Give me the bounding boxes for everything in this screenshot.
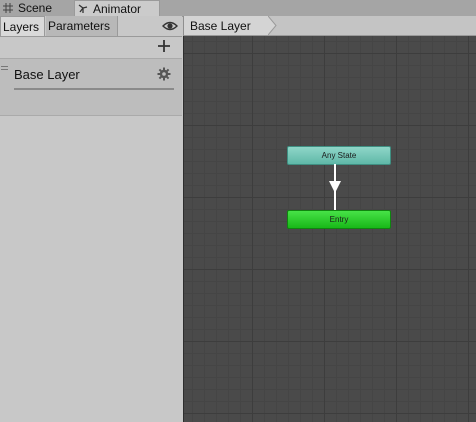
layer-row[interactable]: Base Layer bbox=[0, 58, 182, 116]
gear-icon[interactable] bbox=[157, 67, 171, 81]
breadcrumb[interactable]: Base Layer bbox=[184, 16, 268, 35]
any-state-label: Any State bbox=[321, 151, 357, 160]
tab-scene-label: Scene bbox=[18, 1, 53, 15]
tab-layers-label: Layers bbox=[3, 19, 40, 34]
transition-arrow[interactable] bbox=[324, 164, 346, 212]
graph-header: Base Layer bbox=[183, 16, 476, 36]
grid-icon bbox=[3, 3, 13, 13]
entry-label: Entry bbox=[329, 215, 349, 224]
tab-animator[interactable]: Animator bbox=[74, 0, 160, 17]
layers-panel: Layers Parameters Base Layer bbox=[0, 16, 182, 422]
tab-parameters-label: Parameters bbox=[48, 19, 111, 33]
entry-node[interactable]: Entry bbox=[287, 210, 391, 229]
tab-scene[interactable]: Scene bbox=[0, 0, 72, 16]
breadcrumb-label: Base Layer bbox=[190, 18, 251, 33]
layer-name: Base Layer bbox=[14, 67, 80, 82]
tab-animator-label: Animator bbox=[93, 2, 142, 16]
tab-parameters[interactable]: Parameters bbox=[46, 16, 118, 36]
state-machine-graph[interactable]: Any State Entry bbox=[183, 36, 476, 422]
any-state-node[interactable]: Any State bbox=[287, 146, 391, 165]
drag-handle-icon[interactable] bbox=[1, 66, 8, 70]
layer-weight-bar bbox=[14, 88, 174, 90]
breadcrumb-separator bbox=[268, 16, 277, 35]
add-layer-icon[interactable] bbox=[157, 39, 171, 53]
animator-icon bbox=[78, 4, 88, 13]
panel-divider bbox=[0, 36, 182, 37]
eye-icon[interactable] bbox=[162, 19, 178, 33]
arrow-head-icon bbox=[329, 181, 341, 193]
tab-layers[interactable]: Layers bbox=[0, 16, 45, 36]
